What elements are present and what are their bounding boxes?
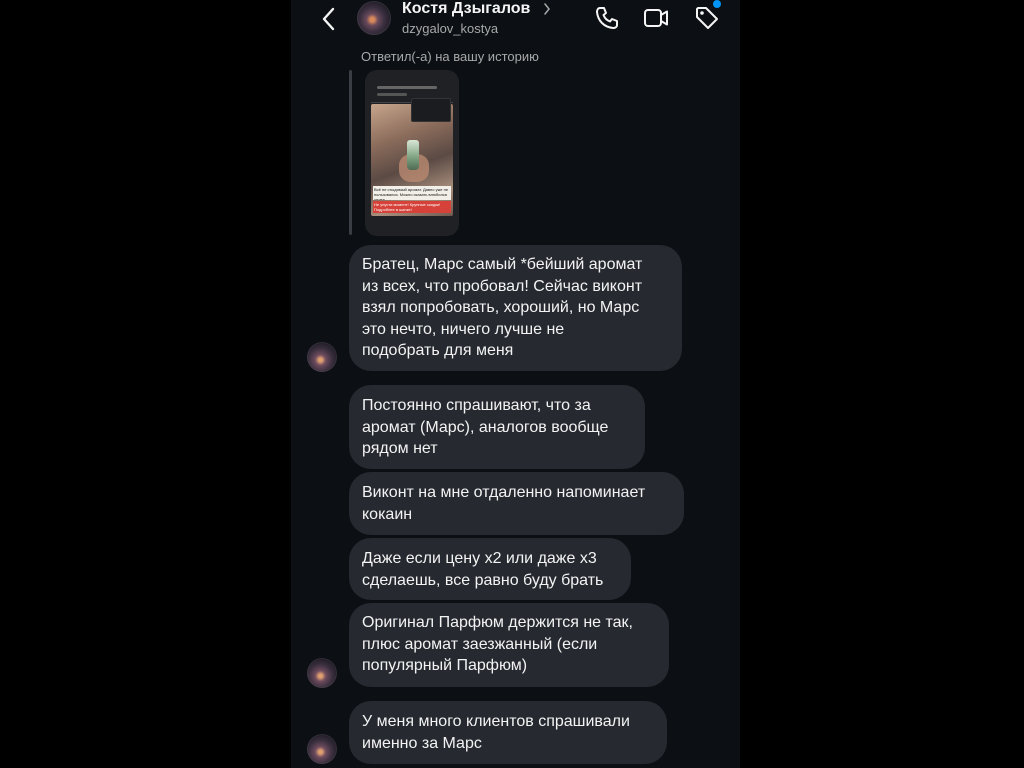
message-bubble[interactable]: У меня много клиентов спрашивали именно … xyxy=(349,701,667,764)
contact-name[interactable]: Костя Дзыгалов xyxy=(402,0,530,18)
message-bubble[interactable]: Братец, Марс самый *бейший аромат из все… xyxy=(349,245,682,371)
phone-icon[interactable] xyxy=(593,4,621,32)
header-avatar[interactable] xyxy=(357,1,391,35)
sender-avatar[interactable] xyxy=(307,734,337,764)
contact-username[interactable]: dzygalov_kostya xyxy=(402,21,498,36)
tag-icon[interactable] xyxy=(693,4,721,32)
story-bottle xyxy=(407,140,419,170)
reply-indicator-line xyxy=(349,70,352,235)
chevron-right-icon[interactable] xyxy=(542,2,552,16)
chat-header: Костя Дзыгалов dzygalov_kostya xyxy=(291,0,740,46)
message-bubble[interactable]: Даже если цену х2 или даже х3 сделаешь, … xyxy=(349,538,631,600)
sender-avatar[interactable] xyxy=(307,342,337,372)
story-popup xyxy=(411,98,451,122)
chat-screen: Костя Дзыгалов dzygalov_kostya Ответил(-… xyxy=(291,0,740,768)
sender-avatar[interactable] xyxy=(307,658,337,688)
story-caption-red: Не упусти момент! Крупные скидки! Подроб… xyxy=(373,201,451,213)
notification-dot xyxy=(713,0,721,8)
story-reply-label: Ответил(-а) на вашу историю xyxy=(361,49,539,64)
story-caption: Всё не стыдимый аромат. Давно уже не пол… xyxy=(373,186,451,200)
message-bubble[interactable]: Постоянно спрашивают, что за аромат (Мар… xyxy=(349,385,645,469)
story-thumbnail[interactable]: Всё не стыдимый аромат. Давно уже не пол… xyxy=(365,70,459,236)
back-arrow-icon[interactable] xyxy=(316,5,344,33)
message-bubble[interactable]: Виконт на мне отдаленно напоминает кокаи… xyxy=(349,472,684,535)
message-bubble[interactable]: Оригинал Парфюм держится не так, плюс ар… xyxy=(349,603,669,687)
video-camera-icon[interactable] xyxy=(642,4,670,32)
